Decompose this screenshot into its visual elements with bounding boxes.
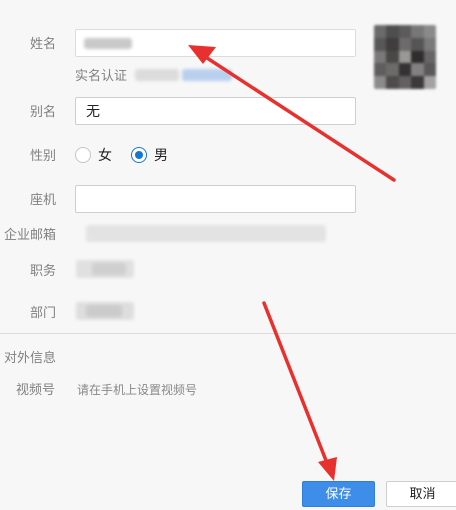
gender-male-label[interactable]: 男 [154, 147, 168, 163]
verified-label: 实名认证 [75, 68, 128, 83]
landline-label: 座机 [30, 192, 57, 207]
gender-label: 性别 [30, 148, 57, 163]
gender-male-radio[interactable] [131, 147, 147, 163]
cancel-button[interactable]: 取消 [386, 481, 456, 507]
section-divider [0, 333, 456, 334]
save-button[interactable]: 保存 [302, 481, 375, 507]
name-field[interactable] [75, 29, 356, 57]
department-value-blurred-2 [86, 305, 122, 317]
position-label: 职务 [30, 263, 57, 278]
video-hint: 请在手机上设置视频号 [77, 383, 198, 397]
video-label: 视频号 [16, 382, 56, 397]
alias-field[interactable]: 无 [75, 97, 356, 125]
gender-female-radio[interactable] [75, 147, 91, 163]
verified-status-blurred [135, 69, 179, 81]
verified-link-blurred[interactable] [182, 69, 232, 81]
landline-field[interactable] [75, 185, 356, 213]
alias-label: 别名 [30, 104, 57, 119]
gender-female-label[interactable]: 女 [98, 147, 112, 163]
department-label: 部门 [30, 305, 57, 320]
avatar[interactable] [374, 25, 436, 89]
email-label: 企业邮箱 [4, 227, 57, 242]
email-value-blurred [86, 225, 326, 242]
name-value-blurred [84, 38, 132, 49]
external-section-title: 对外信息 [4, 350, 57, 365]
position-value-blurred-2 [92, 263, 126, 275]
annotation-arrow-to-save [262, 301, 337, 481]
name-label: 姓名 [30, 36, 57, 51]
